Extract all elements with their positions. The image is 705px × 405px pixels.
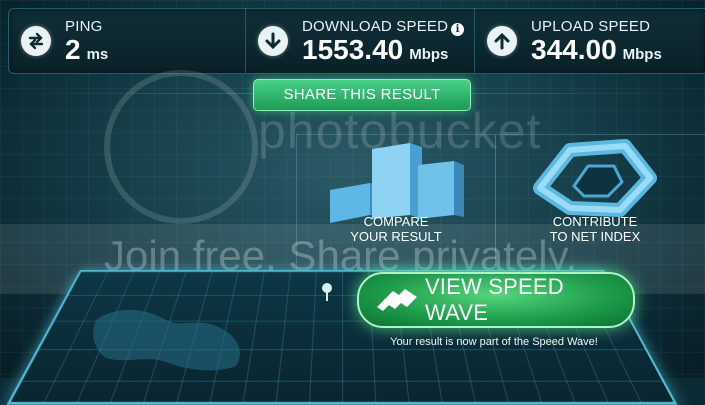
arrow-down-icon [258, 26, 288, 56]
ping-value: 2 [65, 33, 81, 65]
view-speed-wave-button[interactable]: VIEW SPEED WAVE [357, 272, 635, 328]
exchange-arrows-icon [21, 26, 51, 56]
arrow-up-icon [487, 26, 517, 56]
download-value: 1553.40 [302, 33, 404, 65]
view-speed-wave-label: VIEW SPEED WAVE [424, 274, 564, 325]
upload-label: UPLOAD SPEED [531, 17, 651, 35]
location-pin-icon [322, 283, 332, 301]
ping-unit: ms [86, 45, 109, 63]
photobucket-logo [104, 70, 258, 224]
map-landmass [93, 309, 240, 371]
download-unit: Mbps [409, 45, 449, 63]
download-stat: DOWNLOAD SPEED 1553.40 Mbps i [246, 9, 475, 73]
results-bar: PING 2 ms DOWNLOAD SPEED 1553.40 Mbps i UP… [8, 8, 705, 74]
speed-wave-caption: Your result is now part of the Speed Wav… [390, 336, 598, 348]
ping-label: PING [65, 17, 103, 35]
info-icon[interactable]: i [451, 23, 464, 36]
net-index-icon[interactable] [530, 138, 660, 218]
upload-stat: UPLOAD SPEED 344.00 Mbps [475, 9, 705, 73]
download-label: DOWNLOAD SPEED [302, 17, 449, 35]
upload-unit: Mbps [622, 45, 662, 63]
bar-chart-icon[interactable] [330, 135, 470, 225]
speed-wave-icon [376, 289, 417, 311]
upload-value: 344.00 [531, 33, 617, 65]
ping-stat: PING 2 ms [9, 9, 246, 73]
